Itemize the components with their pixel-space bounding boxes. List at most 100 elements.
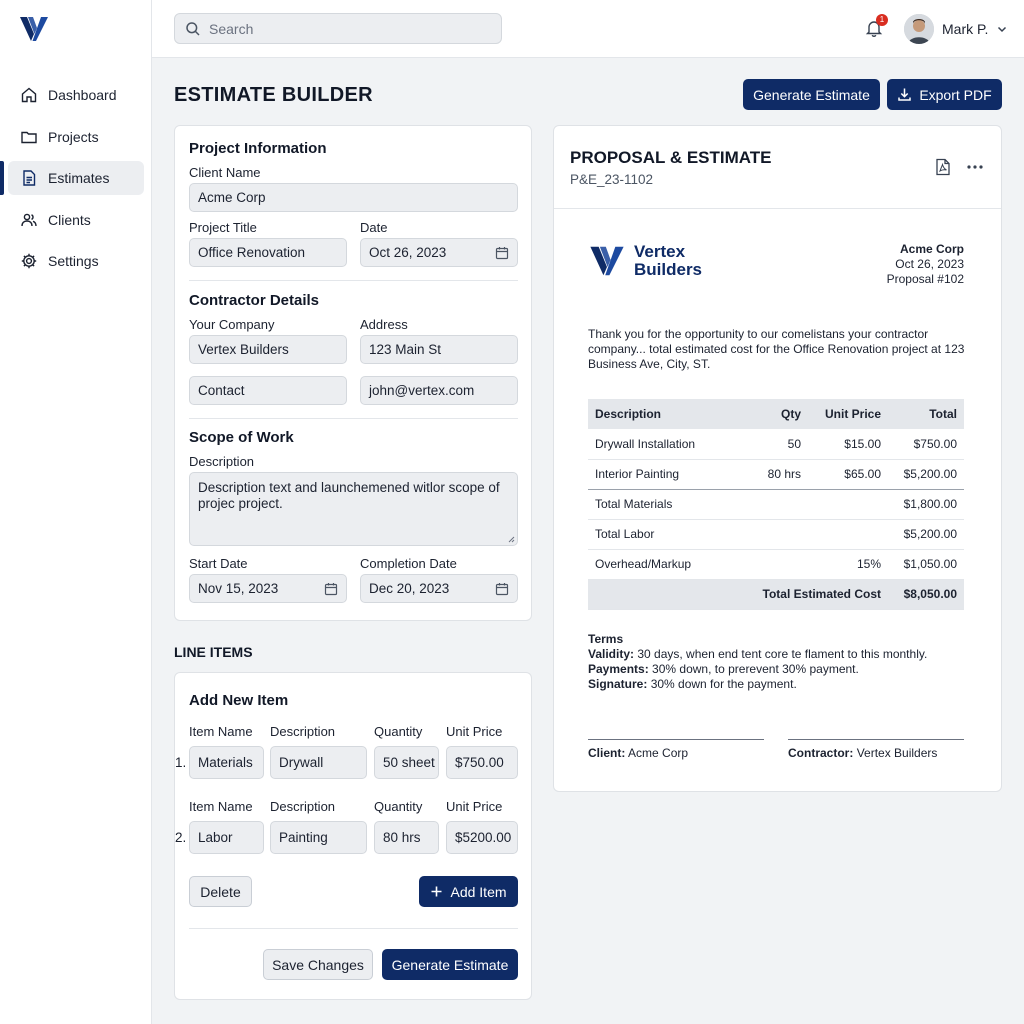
item-unit-price-field[interactable]: $5200.00 [446, 821, 518, 854]
unit-price-header: Unit Price [446, 724, 503, 739]
calendar-icon[interactable] [495, 246, 509, 260]
item-description-field[interactable]: Painting [270, 821, 367, 854]
gear-icon [21, 253, 37, 269]
cell-total: $5,200.00 [888, 519, 964, 550]
table-total-row: Total Estimated Cost $8,050.00 [588, 578, 964, 610]
terms-heading: Terms [588, 632, 624, 646]
more-options-icon[interactable] [967, 165, 983, 169]
sidebar-item-label: Estimates [48, 170, 110, 186]
col-qty: Qty [738, 399, 808, 429]
contact-field[interactable]: Contact [189, 376, 347, 405]
meta-proposal-number: Proposal #102 [886, 272, 964, 286]
vertex-logo-icon [590, 246, 624, 276]
cell-unit-price [808, 489, 888, 520]
user-menu[interactable]: Mark P. [904, 14, 1008, 44]
brand-line-2: Builders [634, 260, 703, 279]
export-pdf-button[interactable]: Export PDF [887, 79, 1002, 110]
completion-date-field[interactable]: Dec 20, 2023 [360, 574, 518, 603]
search-box[interactable] [174, 13, 502, 44]
table-row: Total Materials $1,800.00 [588, 489, 964, 520]
vertex-logo-icon[interactable] [18, 14, 50, 44]
description-label: Description [189, 454, 255, 469]
total-label: Total Estimated Cost [738, 578, 888, 610]
terms-section: Terms Validity: 30 days, when end tent c… [588, 632, 927, 692]
item-name-field[interactable]: Materials [189, 746, 264, 779]
delete-button[interactable]: Delete [189, 876, 252, 907]
plus-icon [431, 886, 442, 897]
item-name-header: Item Name [189, 799, 253, 814]
notification-badge: 1 [876, 14, 888, 26]
col-unit-price: Unit Price [808, 399, 888, 429]
item-name-field[interactable]: Labor [189, 821, 264, 854]
contractor-signature-label: Contractor: Vertex Builders [788, 746, 937, 760]
divider [189, 418, 518, 419]
item-unit-price-field[interactable]: $750.00 [446, 746, 518, 779]
project-title-field[interactable]: Office Renovation [189, 238, 347, 267]
add-item-button[interactable]: Add Item [419, 876, 518, 907]
sidebar-item-label: Projects [48, 128, 99, 145]
quantity-header: Quantity [374, 799, 423, 814]
address-field[interactable]: 123 Main St [360, 335, 518, 364]
start-date-field[interactable]: Nov 15, 2023 [189, 574, 347, 603]
field-value: 50 sheet [383, 755, 435, 770]
generate-estimate-button[interactable]: Generate Estimate [743, 79, 880, 110]
generate-estimate-button[interactable]: Generate Estimate [382, 949, 518, 980]
folder-icon [21, 131, 37, 143]
divider [189, 928, 518, 929]
signature-text: 30% down for the payment. [650, 677, 797, 691]
table-row: Overhead/Markup 15% $1,050.00 [588, 549, 964, 580]
calendar-icon[interactable] [324, 582, 338, 596]
sidebar-item-estimates[interactable]: Estimates [0, 161, 144, 195]
cell-qty [738, 519, 808, 550]
date-field[interactable]: Oct 26, 2023 [360, 238, 518, 267]
client-name-field[interactable]: Acme Corp [189, 183, 518, 212]
home-icon [21, 87, 37, 103]
description-textarea[interactable]: Description text and launchemened witlor… [189, 472, 518, 546]
item-quantity-field[interactable]: 80 hrs [374, 821, 439, 854]
cell-qty [738, 549, 808, 580]
proposal-number: P&E_23-1102 [570, 172, 654, 187]
cell-total: $750.00 [888, 429, 964, 460]
table-row: Total Labor $5,200.00 [588, 519, 964, 550]
project-information-heading: Project Information [189, 140, 327, 157]
sidebar-item-settings[interactable]: Settings [8, 244, 144, 278]
description-header: Description [270, 799, 336, 814]
sidebar-item-clients[interactable]: Clients [8, 203, 144, 237]
calendar-icon[interactable] [495, 582, 509, 596]
signature-label: Signature: [588, 677, 648, 691]
address-label: Address [360, 317, 408, 332]
page-title: ESTIMATE BUILDER [174, 84, 373, 106]
quantity-header: Quantity [374, 724, 423, 739]
estimate-table: Description Qty Unit Price Total Drywall… [588, 399, 964, 610]
sidebar-nav: Dashboard Projects Estimates Clients Set… [0, 78, 152, 286]
chevron-down-icon [998, 26, 1007, 33]
save-changes-button[interactable]: Save Changes [263, 949, 373, 980]
scope-of-work-heading: Scope of Work [189, 429, 294, 446]
sidebar-item-dashboard[interactable]: Dashboard [8, 78, 144, 112]
date-label: Date [360, 220, 388, 235]
email-field[interactable]: john@vertex.com [360, 376, 518, 405]
cell-description: Drywall Installation [588, 429, 738, 460]
cell-total: $5,200.00 [888, 459, 964, 490]
field-value: 123 Main St [369, 342, 442, 357]
sign-value: Acme Corp [628, 746, 689, 760]
resize-handle-icon[interactable] [507, 535, 515, 543]
item-quantity-field[interactable]: 50 sheet [374, 746, 439, 779]
payments-text: 30% down, to prerevent 30% payment. [652, 662, 859, 676]
start-date-label: Start Date [189, 556, 248, 571]
button-label: Generate Estimate [753, 86, 870, 103]
client-signature-line [588, 739, 764, 740]
download-icon [898, 88, 912, 101]
search-input[interactable] [209, 20, 489, 37]
cell-unit-price [808, 519, 888, 550]
sidebar-item-projects[interactable]: Projects [8, 120, 144, 154]
pdf-file-icon[interactable] [935, 158, 951, 176]
top-bar: 1 Mark P. [152, 0, 1024, 58]
proposal-intro: Thank you for the opportunity to our com… [588, 327, 965, 371]
table-row: Drywall Installation 50 $15.00 $750.00 [588, 429, 964, 460]
company-field[interactable]: Vertex Builders [189, 335, 347, 364]
contractor-signature-line [788, 739, 964, 740]
item-description-field[interactable]: Drywall [270, 746, 367, 779]
field-value: 80 hrs [383, 830, 421, 845]
field-value: Vertex Builders [198, 342, 289, 357]
